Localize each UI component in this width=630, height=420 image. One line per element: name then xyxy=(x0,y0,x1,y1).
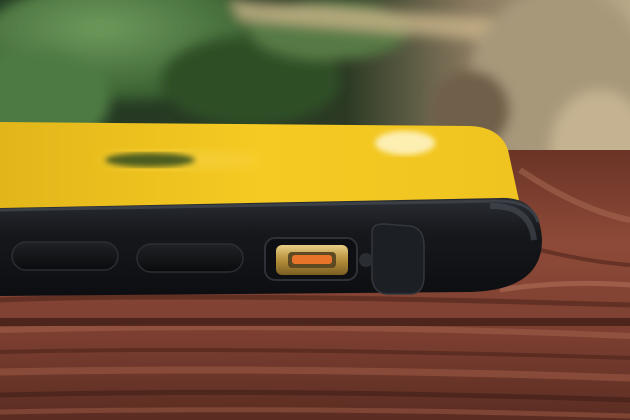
table-edge-shadow xyxy=(0,318,630,326)
apple-logo-reflection xyxy=(105,153,195,167)
photo-svg xyxy=(0,0,630,420)
phone-back xyxy=(0,122,520,210)
case-clip xyxy=(371,223,425,295)
light-reflection xyxy=(375,131,435,155)
volume-up-button xyxy=(11,241,119,271)
photo-scene xyxy=(0,0,630,420)
volume-down-button xyxy=(136,243,244,273)
mute-switch-orange-indicator xyxy=(292,255,332,264)
